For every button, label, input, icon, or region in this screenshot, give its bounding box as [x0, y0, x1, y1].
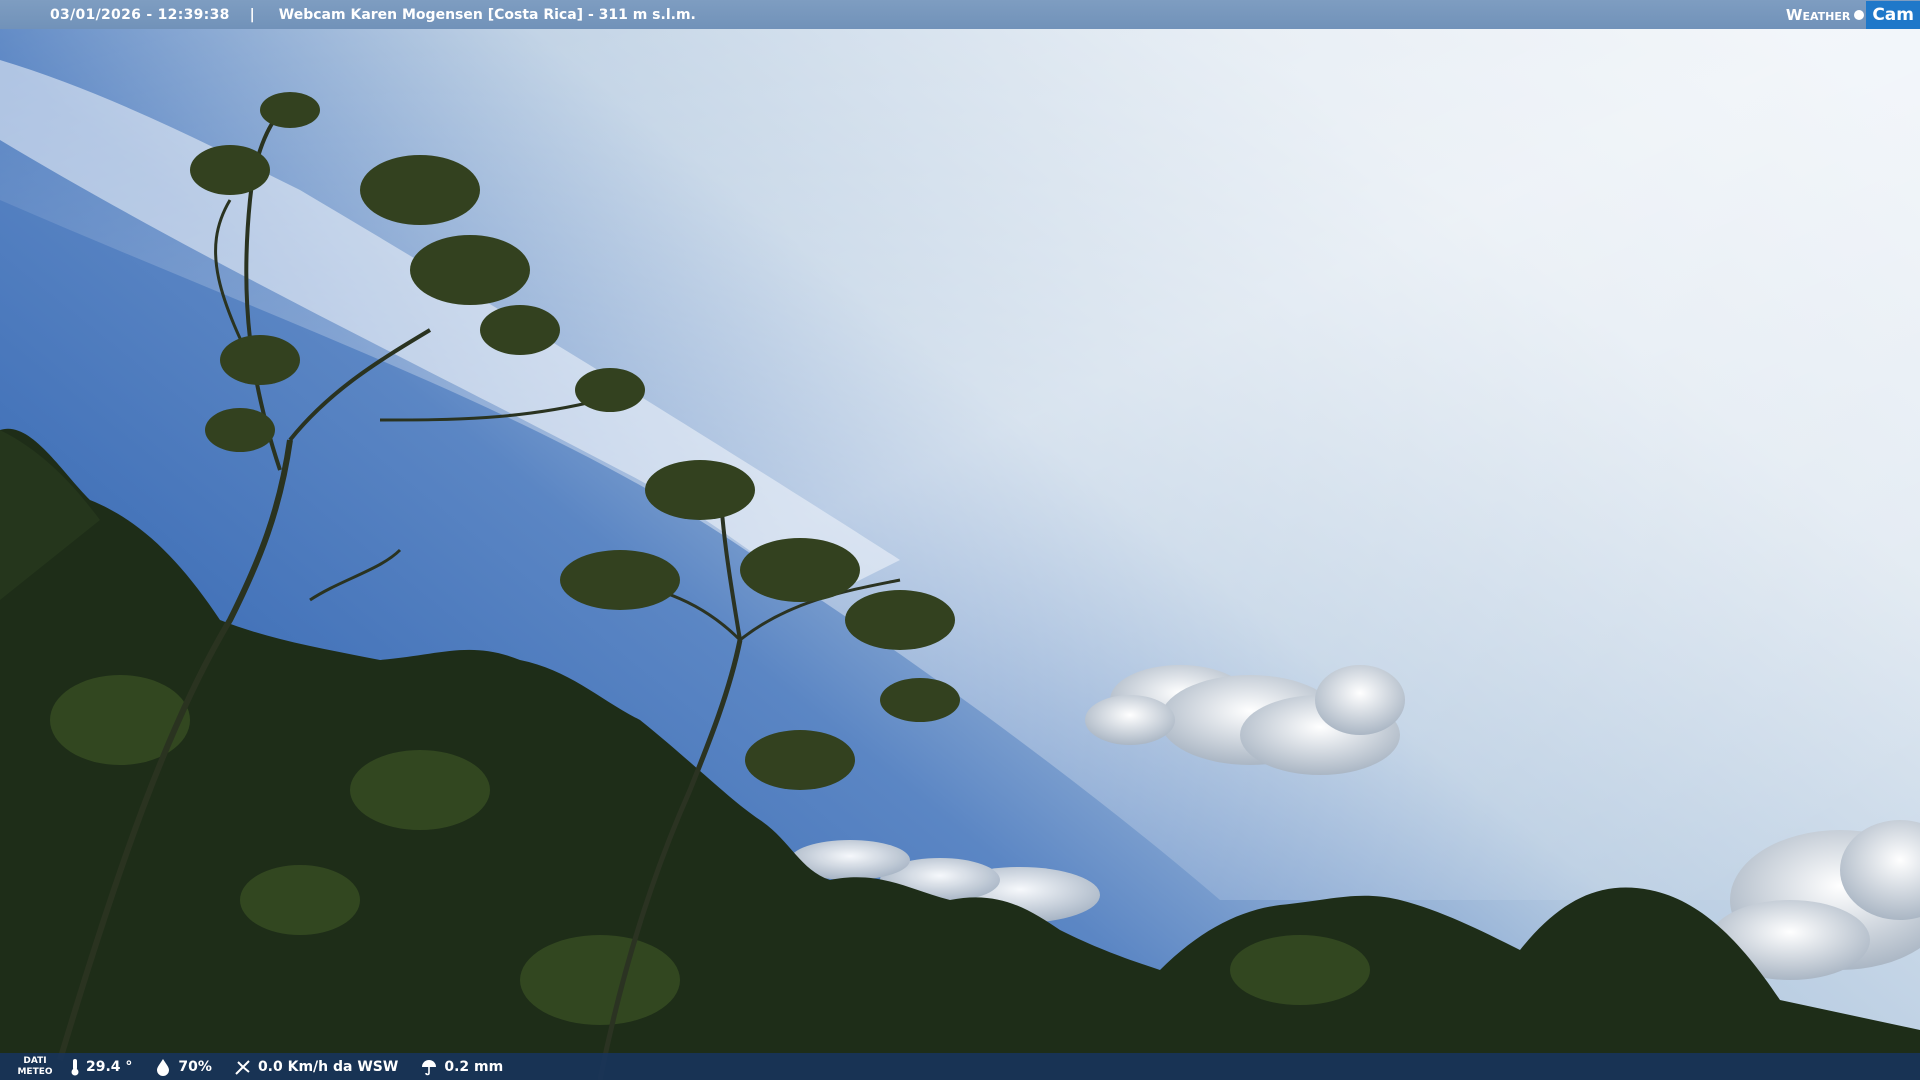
humidity-value: 70% [178, 1058, 212, 1075]
top-info-bar: 03/01/2026 - 12:39:38 | Webcam Karen Mog… [0, 0, 1920, 29]
rain-icon [422, 1059, 437, 1075]
wind-reading: 0.0 Km/h da WSW [234, 1058, 398, 1076]
wind-value: 0.0 Km/h da WSW [257, 1058, 399, 1075]
logo-text-weather: Weather [1785, 5, 1851, 24]
temperature-reading: 29.4 ° [70, 1058, 132, 1076]
weather-data-bar: DATI METEO 29.4 ° 70% 0.0 Km/h da WSW 0.… [0, 1053, 1920, 1080]
thermometer-icon [71, 1058, 79, 1075]
webcam-title: Webcam Karen Mogensen [Costa Rica] - 311… [278, 6, 696, 23]
humidity-icon [157, 1058, 170, 1076]
temperature-value: 29.4 ° [86, 1058, 133, 1075]
humidity-reading: 70% [154, 1058, 212, 1076]
webcam-scene [0, 0, 1920, 1080]
separator: | [249, 6, 255, 23]
logo-dot-icon [1854, 9, 1865, 20]
rain-reading: 0.2 mm [420, 1058, 503, 1076]
logo-text-cam: Cam [1866, 0, 1920, 29]
timestamp: 03/01/2026 - 12:39:38 [50, 6, 230, 23]
weathercam-logo: Weather Cam [1786, 0, 1920, 29]
wind-icon [235, 1059, 250, 1075]
weather-data-label: DATI METEO [17, 1055, 53, 1077]
rain-value: 0.2 mm [444, 1058, 504, 1075]
